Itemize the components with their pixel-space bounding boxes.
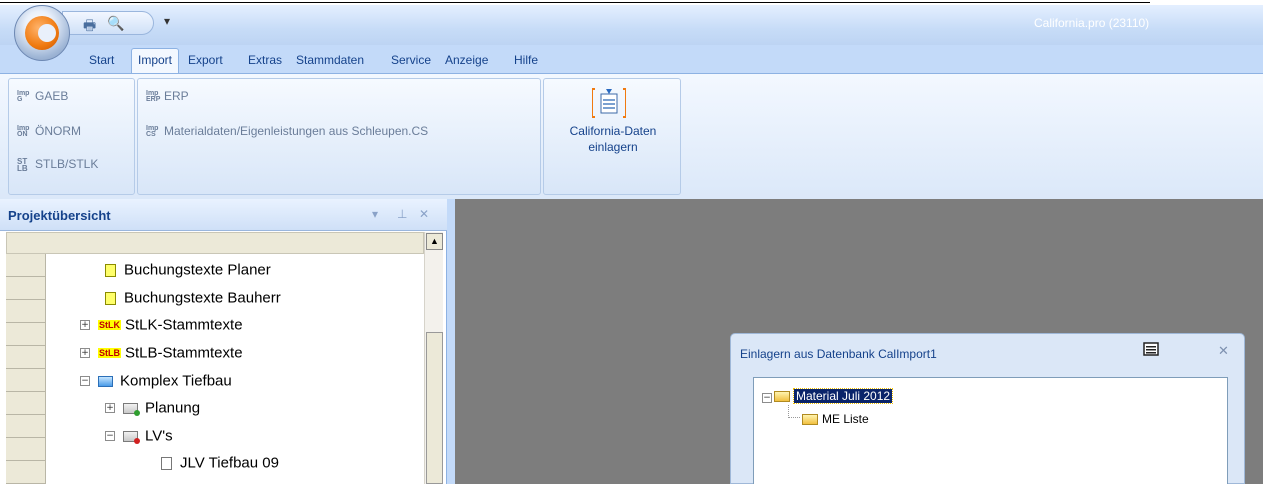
oenorm-import-icon: Imp ÖN [17, 124, 30, 138]
panel-dropdown-icon[interactable]: ▾ [372, 207, 378, 221]
stlk-badge: StLK [98, 320, 121, 331]
row-gutter [6, 254, 46, 484]
expand-icon[interactable]: + [105, 403, 115, 414]
tab-start[interactable]: Start [89, 53, 114, 67]
tree-item-komplex-tiefbau[interactable]: − Komplex Tiefbau [80, 372, 232, 395]
tab-import[interactable]: Import [131, 48, 180, 74]
scroll-up-arrow-icon[interactable]: ▲ [426, 233, 443, 250]
tree-item-stlk-stammtexte[interactable]: + StLK StLK-Stammtexte [80, 316, 243, 339]
california-data-icon [592, 88, 626, 118]
stlb-badge: StLB [98, 348, 121, 359]
tab-export[interactable]: Export [188, 53, 223, 67]
panel-splitter[interactable] [447, 199, 455, 484]
dialog-close-icon[interactable]: ✕ [1218, 344, 1229, 359]
collapse-icon[interactable]: − [762, 393, 772, 403]
ribbon-tab-bar: Start Import Export Extras Stammdaten Se… [0, 45, 1263, 74]
folder-red-icon [123, 430, 140, 444]
california-daten-einlagern-button[interactable]: California-Daten einlagern [544, 79, 680, 179]
panel-header: Projektübersicht ▾ ⊥ ✕ [0, 199, 447, 231]
document-icon [105, 263, 116, 277]
tree-header-row [6, 232, 424, 254]
ribbon-group-california: California-Daten einlagern [543, 78, 681, 195]
tab-anzeige[interactable]: Anzeige [445, 53, 488, 67]
dialog-tree-item-me-liste[interactable]: ME Liste [802, 412, 869, 426]
tree-item-jlv-tiefbau-09[interactable]: JLV Tiefbau 09 [161, 454, 279, 477]
tree-scrollbar[interactable]: ▲ [424, 232, 443, 484]
import-dialog: Einlagern aus Datenbank CalImport1 ✕ − Ma… [730, 333, 1245, 484]
stlb-stlk-button[interactable]: ST LB STLB/STLK [17, 157, 98, 172]
panel-title: Projektübersicht [8, 208, 111, 223]
dialog-title: Einlagern aus Datenbank CalImport1 [740, 347, 937, 361]
title-bar: 🖶 🔍 ▾ California.pro (23110) [0, 5, 1263, 45]
schleupen-cs-button[interactable]: Imp CS Materialdaten/Eigenleistungen aus S… [146, 124, 428, 138]
quick-access-toolbar: 🖶 🔍 [62, 11, 154, 35]
database-icon[interactable] [1143, 342, 1159, 356]
ribbon-group-standards: Imp G GAEB Imp ÖN ÖNORM ST LB STLB/STLK [8, 78, 135, 195]
tab-service[interactable]: Service [391, 53, 431, 67]
tree-item-planung[interactable]: + Planung [105, 399, 200, 422]
dialog-tree-item-material-juli-2012[interactable]: − Material Juli 2012 [762, 388, 894, 404]
folder-icon [802, 414, 818, 426]
tab-extras[interactable]: Extras [248, 53, 282, 67]
tree-connector [788, 405, 800, 418]
erp-button[interactable]: Imp ERP ERP [146, 89, 189, 103]
stlb-import-icon: ST LB [17, 156, 28, 173]
gaeb-button[interactable]: Imp G GAEB [17, 89, 68, 103]
print-preview-icon[interactable]: 🔍 [107, 15, 124, 32]
document-white-icon [161, 456, 172, 470]
erp-import-icon: Imp ERP [146, 89, 161, 103]
cs-import-icon: Imp CS [146, 124, 159, 138]
project-overview-panel: Projektübersicht ▾ ⊥ ✕ Buchungstexte Pla… [0, 199, 447, 484]
collapse-icon[interactable]: − [105, 431, 115, 442]
ribbon-group-erp: Imp ERP ERP Imp CS Materialdaten/Eigenleistu… [137, 78, 541, 195]
open-folder-icon [774, 391, 790, 403]
pin-icon[interactable]: ⊥ [397, 207, 407, 221]
tab-hilfe[interactable]: Hilfe [514, 53, 538, 67]
collapse-icon[interactable]: − [80, 376, 90, 387]
oenorm-button[interactable]: Imp ÖN ÖNORM [17, 124, 81, 138]
tree-item-buchungstexte-bauherr[interactable]: Buchungstexte Bauherr [105, 289, 281, 312]
document-icon [105, 291, 116, 305]
tree-item-buchungstexte-planer[interactable]: Buchungstexte Planer [105, 261, 271, 284]
panel-close-icon[interactable]: ✕ [419, 207, 429, 221]
printer-icon[interactable]: 🖶 [83, 15, 96, 39]
expand-icon[interactable]: + [80, 320, 90, 331]
dialog-tree: − Material Juli 2012 ME Liste [753, 377, 1228, 484]
app-title: California.pro (23110) [1034, 16, 1150, 30]
tab-stammdaten[interactable]: Stammdaten [296, 53, 364, 67]
scroll-thumb[interactable] [426, 332, 443, 484]
folder-icon [98, 375, 113, 387]
folder-green-icon [123, 402, 140, 416]
expand-icon[interactable]: + [80, 348, 90, 359]
tree-item-stlb-stammtexte[interactable]: + StLB StLB-Stammtexte [80, 344, 243, 367]
qat-dropdown-icon[interactable]: ▾ [164, 14, 170, 28]
tree-item-lvs[interactable]: − LV's [105, 427, 173, 450]
california-daten-label: California-Daten einlagern [569, 124, 657, 154]
california-logo-icon [25, 16, 59, 50]
gaeb-import-icon: Imp G [17, 89, 30, 103]
application-orb-button[interactable] [14, 5, 70, 61]
ribbon-panel: Imp G GAEB Imp ÖN ÖNORM ST LB STLB/STLK Imp ERP… [0, 73, 1263, 199]
